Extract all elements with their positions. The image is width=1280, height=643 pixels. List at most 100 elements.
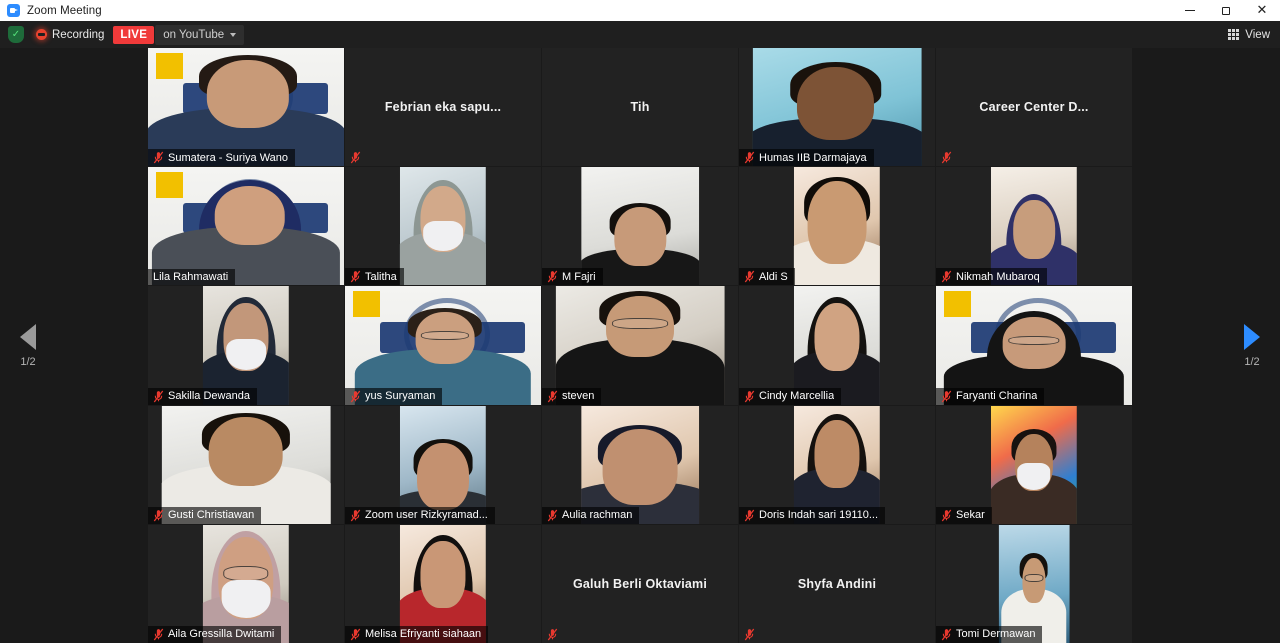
- participant-tile[interactable]: Cindy Marcellia: [739, 286, 935, 405]
- microphone-muted-icon: [941, 628, 952, 641]
- microphone-muted-icon: [547, 390, 558, 402]
- window-title-bar: Zoom Meeting ✕: [0, 0, 1280, 21]
- microphone-muted-icon: [941, 151, 952, 164]
- participant-name-plate: Nikmah Mubaroq: [936, 268, 1047, 286]
- participant-tile[interactable]: Galuh Berli Oktaviami: [542, 524, 738, 643]
- participant-name-plate: [542, 162, 554, 166]
- participant-name-plate: M Fajri: [542, 268, 603, 286]
- participant-tile[interactable]: Sumatera - Suriya Wano: [148, 48, 344, 167]
- participant-name-plate: Talitha: [345, 268, 404, 286]
- next-page-control[interactable]: 1/2: [1224, 323, 1280, 368]
- zoom-logo-icon: [7, 4, 20, 17]
- participant-name-placeholder: Career Center D...: [979, 100, 1089, 115]
- encryption-shield-icon[interactable]: ✓: [8, 26, 24, 43]
- participant-tile[interactable]: Zoom user Rizkyramad...: [345, 405, 541, 524]
- minimize-button[interactable]: [1172, 0, 1208, 21]
- person-glasses: [1008, 335, 1060, 346]
- participant-name-plate: steven: [542, 387, 602, 405]
- window-controls: ✕: [1172, 0, 1280, 21]
- triangle-left-icon[interactable]: [20, 323, 36, 350]
- participant-tile[interactable]: Gusti Christiawan: [148, 405, 344, 524]
- participant-tile[interactable]: Aldi S: [739, 167, 935, 286]
- participant-tile[interactable]: Career Center D...: [936, 48, 1132, 167]
- participant-tile[interactable]: M Fajri: [542, 167, 738, 286]
- person-face-mask: [226, 338, 266, 371]
- microphone-muted-icon: [350, 151, 361, 164]
- participant-gallery-grid: Sumatera - Suriya Wano Febrian eka sapu..…: [148, 48, 1132, 643]
- stream-target-label: on YouTube: [163, 28, 225, 41]
- microphone-muted-icon: [744, 151, 755, 164]
- previous-page-label: 1/2: [20, 355, 36, 368]
- participant-tile[interactable]: Lila Rahmawati: [148, 167, 344, 286]
- participant-tile[interactable]: Febrian eka sapu...: [345, 48, 541, 167]
- video-frame: [990, 405, 1078, 524]
- person-face: [614, 207, 666, 267]
- participant-tile[interactable]: Nikmah Mubaroq: [936, 167, 1132, 286]
- participant-tile[interactable]: Aulia rachman: [542, 405, 738, 524]
- participant-name-plate: Aldi S: [739, 268, 795, 286]
- microphone-muted-icon: [350, 509, 361, 522]
- participant-tile[interactable]: Shyfa Andini: [739, 524, 935, 643]
- participant-tile[interactable]: Faryanti Charina: [936, 286, 1132, 405]
- participant-name-plate: Cindy Marcellia: [739, 387, 842, 405]
- stream-target-chip[interactable]: on YouTube: [155, 24, 245, 45]
- live-badge: LIVE: [113, 25, 155, 44]
- participant-name-label: Aldi S: [759, 270, 788, 283]
- participant-tile[interactable]: Humas IIB Darmajaya: [739, 48, 935, 167]
- participant-name-plate: [739, 626, 762, 643]
- participant-name-plate: Lila Rahmawati: [148, 269, 236, 286]
- view-label: View: [1245, 28, 1270, 41]
- participant-name-plate: Faryanti Charina: [936, 387, 1045, 405]
- participant-tile[interactable]: yus Suryaman: [345, 286, 541, 405]
- meeting-top-bar: ✓ Recording LIVE on YouTube View: [0, 21, 1280, 48]
- participant-name-plate: Doris Indah sari 19110...: [739, 506, 886, 524]
- microphone-muted-icon: [744, 271, 755, 283]
- title-bar-left: Zoom Meeting: [0, 4, 102, 17]
- triangle-right-icon[interactable]: [1244, 323, 1260, 350]
- participant-name-label: Lila Rahmawati: [153, 271, 229, 284]
- microphone-muted-icon: [547, 509, 558, 522]
- previous-page-control[interactable]: 1/2: [0, 323, 56, 368]
- participant-tile[interactable]: Aila Gressilla Dwitami: [148, 524, 344, 643]
- participant-name-label: Nikmah Mubaroq: [956, 270, 1040, 283]
- person-face: [206, 59, 290, 129]
- person-face: [417, 443, 469, 510]
- participant-name-plate: Gusti Christiawan: [148, 506, 262, 524]
- view-button[interactable]: View: [1228, 29, 1270, 41]
- person-face: [208, 417, 284, 486]
- participant-tile[interactable]: Tih: [542, 48, 738, 167]
- participant-tile[interactable]: steven: [542, 286, 738, 405]
- window-title: Zoom Meeting: [27, 4, 102, 17]
- participant-name-plate: Sakilla Dewanda: [148, 387, 257, 405]
- meeting-stage: 1/2 1/2 Sumatera - Suriya Wano Febrian ek…: [0, 48, 1280, 643]
- close-button[interactable]: ✕: [1244, 0, 1280, 21]
- participant-name-plate: Humas IIB Darmajaya: [739, 149, 874, 167]
- person-face: [602, 429, 678, 505]
- recording-indicator[interactable]: Recording: [36, 29, 104, 41]
- maximize-icon: [1222, 6, 1230, 15]
- video-frame: [148, 167, 344, 286]
- participant-name-plate: Zoom user Rizkyramad...: [345, 506, 495, 524]
- recording-stop-icon[interactable]: [36, 29, 47, 40]
- participant-tile[interactable]: Talitha: [345, 167, 541, 286]
- participant-tile[interactable]: Doris Indah sari 19110...: [739, 405, 935, 524]
- participant-name-placeholder: Tih: [630, 100, 650, 115]
- next-page-label: 1/2: [1244, 355, 1260, 368]
- grid-view-icon: [1228, 29, 1240, 40]
- participant-tile[interactable]: Sakilla Dewanda: [148, 286, 344, 405]
- participant-video: [793, 167, 881, 286]
- participant-name-label: Aulia rachman: [562, 509, 633, 522]
- participant-tile[interactable]: Melisa Efriyanti siahaan: [345, 524, 541, 643]
- person-face: [814, 419, 860, 489]
- person-glasses: [420, 331, 470, 341]
- participant-name-placeholder: Febrian eka sapu...: [384, 100, 502, 115]
- participant-name-plate: [345, 149, 368, 166]
- video-frame: [399, 167, 487, 286]
- maximize-button[interactable]: [1208, 0, 1244, 21]
- participant-tile[interactable]: Sekar: [936, 405, 1132, 524]
- participant-tile[interactable]: Tomi Dermawan: [936, 524, 1132, 643]
- microphone-muted-icon: [941, 390, 952, 402]
- microphone-muted-icon: [744, 390, 755, 402]
- microphone-muted-icon: [744, 628, 755, 641]
- participant-name-plate: Sumatera - Suriya Wano: [148, 149, 296, 167]
